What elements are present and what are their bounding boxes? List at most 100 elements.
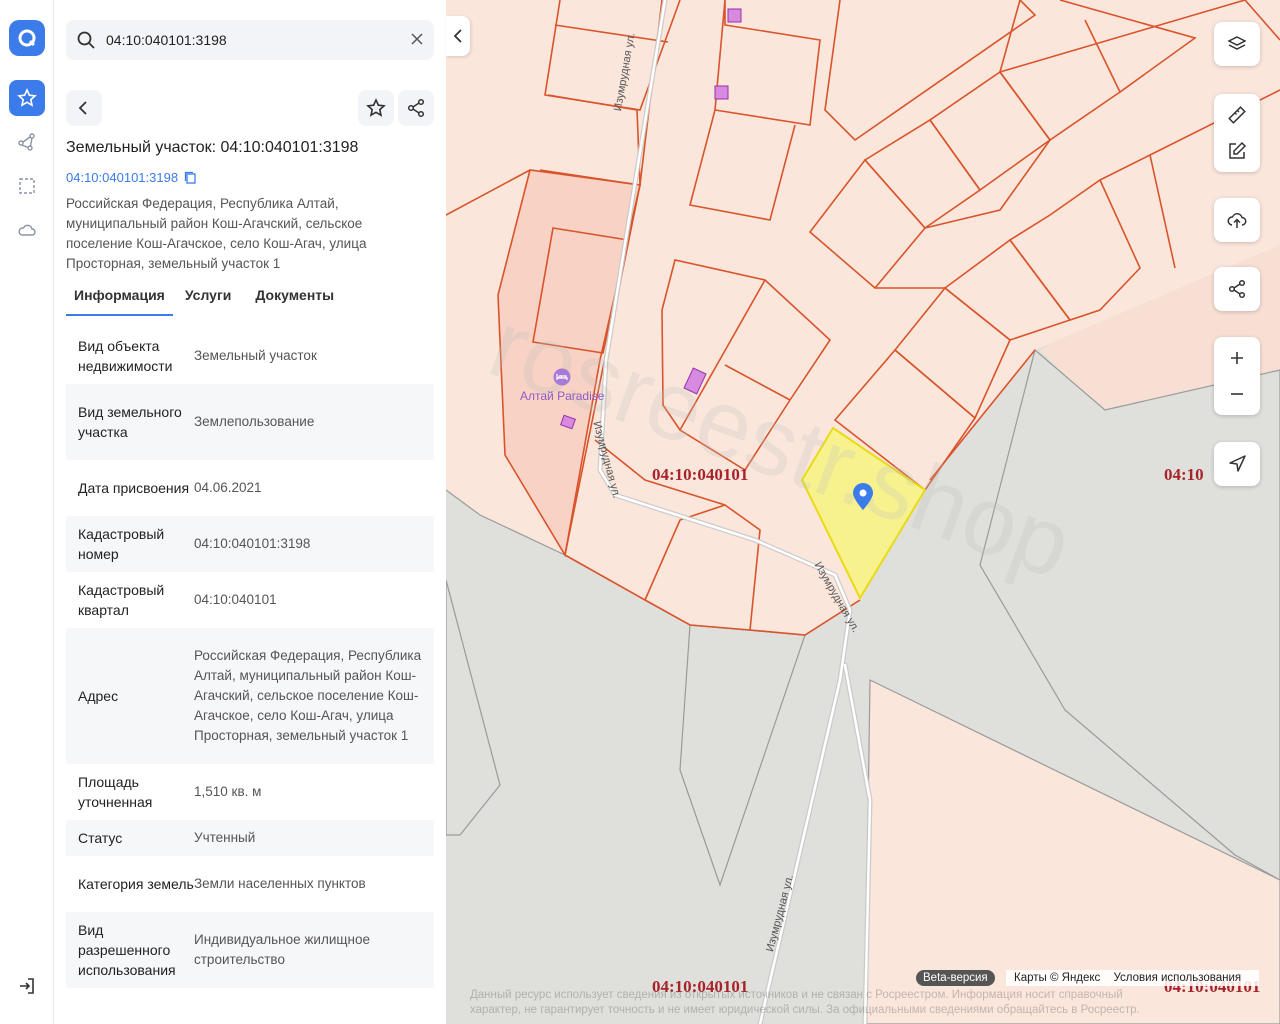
logo-icon <box>18 29 36 47</box>
upload-icon <box>1227 213 1247 228</box>
search-input[interactable] <box>106 31 396 49</box>
rail-favorites-button[interactable] <box>9 80 45 116</box>
clear-search-icon[interactable] <box>410 32 424 51</box>
info-key: Дата присвоения <box>78 480 190 496</box>
rail-cloud-button[interactable] <box>9 212 45 248</box>
logout-icon <box>20 978 34 994</box>
info-key: Адрес <box>78 688 119 704</box>
share-map-tool <box>1214 267 1260 311</box>
info-row: Дата присвоения 04.06.2021 <box>66 460 434 516</box>
layers-tool <box>1214 22 1260 66</box>
upload-button[interactable] <box>1214 198 1260 242</box>
cloud-icon <box>18 224 36 236</box>
attribution-text[interactable]: Карты © Яндекс <box>1014 972 1100 984</box>
cadastral-number-link[interactable]: 04:10:040101:3198 <box>66 170 197 185</box>
quarter-label: 04:10 <box>1164 465 1204 484</box>
poi-hotel[interactable]: Алтай Paradise <box>520 368 604 403</box>
info-key: Кадастровый номер <box>78 526 165 562</box>
info-row: Вид земельного участка Землепользование <box>66 384 434 460</box>
info-value: 04.06.2021 <box>194 480 262 495</box>
logout-button[interactable] <box>9 968 45 1004</box>
cadastral-number-text: 04:10:040101:3198 <box>66 170 179 185</box>
terms-link[interactable]: Условия использования <box>1114 972 1242 984</box>
map-canvas: rosreestr.shop <box>446 0 1280 1024</box>
left-rail <box>0 0 54 1024</box>
rail-route-button[interactable] <box>9 124 45 160</box>
search-icon <box>76 30 96 55</box>
info-row: Статус Учтенный <box>66 820 434 856</box>
info-key: Вид земельного участка <box>78 404 182 440</box>
share-icon <box>1228 279 1246 299</box>
object-info-panel: Земельный участок: 04:10:040101:3198 04:… <box>54 0 446 1024</box>
info-table: Вид объекта недвижимости Земельный участо… <box>66 328 434 988</box>
tab-documents[interactable]: Документы <box>247 284 342 316</box>
route-icon <box>18 133 35 151</box>
locate-button[interactable] <box>1214 442 1260 486</box>
info-key: Площадь уточненная <box>78 774 153 810</box>
ruler-button[interactable] <box>1214 97 1260 133</box>
layers-button[interactable] <box>1214 22 1260 66</box>
copy-icon[interactable] <box>184 171 197 184</box>
share-button[interactable] <box>398 90 434 126</box>
edit-button[interactable] <box>1214 133 1260 169</box>
zoom-in-button[interactable] <box>1214 340 1260 376</box>
info-value: Земли населенных пунктов <box>194 876 366 891</box>
info-tabs: Информация Услуги Документы <box>66 284 434 316</box>
info-key: Вид объекта недвижимости <box>78 338 173 374</box>
map-view[interactable]: rosreestr.shop Изумрудная ул. Изумрудная… <box>446 0 1280 1024</box>
back-button[interactable] <box>66 90 102 126</box>
layers-icon <box>1227 36 1247 50</box>
tab-services[interactable]: Услуги <box>177 284 240 316</box>
quarter-label: 04:10:040101 <box>652 465 749 484</box>
info-value: 1,510 кв. м <box>194 784 262 799</box>
minus-icon <box>1231 393 1243 395</box>
info-row: Площадь уточненная 1,510 кв. м <box>66 764 434 820</box>
info-value: Российская Федерация, Республика Алтай, … <box>194 648 422 743</box>
rail-select-area-button[interactable] <box>9 168 45 204</box>
locate-tool <box>1214 442 1260 486</box>
map-pin-icon[interactable] <box>851 483 875 511</box>
select-area-icon <box>19 178 35 194</box>
info-value: Земельный участок <box>194 348 317 363</box>
app-logo[interactable] <box>9 20 45 56</box>
beta-badge: Beta-версия <box>916 970 995 986</box>
info-key: Вид разрешенного использования <box>78 922 176 978</box>
search-bar <box>66 20 434 60</box>
star-icon <box>17 88 37 107</box>
poi-label: Алтай Paradise <box>520 389 605 403</box>
info-key: Статус <box>78 830 123 846</box>
back-icon <box>78 101 87 115</box>
ruler-icon <box>1228 106 1246 124</box>
star-icon <box>366 98 386 117</box>
info-row: Вид разрешенного использования Индивидуал… <box>66 912 434 988</box>
favorite-button[interactable] <box>358 90 394 126</box>
share-map-button[interactable] <box>1214 267 1260 311</box>
info-value: Учтенный <box>194 830 256 845</box>
object-title: Земельный участок: 04:10:040101:3198 <box>66 139 359 156</box>
info-row: Категория земель Земли населенных пунктов <box>66 856 434 912</box>
info-value: Землепользование <box>194 414 315 429</box>
info-row: Кадастровый номер 04:10:040101:3198 <box>66 516 434 572</box>
info-value: Индивидуальное жилищное строительство <box>194 932 370 967</box>
object-address: Российская Федерация, Республика Алтай, … <box>66 196 367 271</box>
locate-icon <box>1229 455 1246 472</box>
edit-icon <box>1229 141 1247 159</box>
info-key: Кадастровый квартал <box>78 582 165 618</box>
zoom-tools <box>1214 337 1260 415</box>
zoom-out-button[interactable] <box>1214 376 1260 412</box>
tab-information[interactable]: Информация <box>66 284 173 316</box>
info-row: Адрес Российская Федерация, Республика Ал… <box>66 628 434 764</box>
info-key: Категория земель <box>78 876 194 892</box>
map-attribution: Карты © Яндекс Условия использования <box>1006 970 1260 986</box>
info-row: Кадастровый квартал 04:10:040101 <box>66 572 434 628</box>
disclaimer-text: Данный ресурс использует сведения из отк… <box>470 989 1140 1016</box>
upload-tool <box>1214 198 1260 242</box>
collapse-panel-button[interactable] <box>446 16 470 56</box>
info-row: Вид объекта недвижимости Земельный участо… <box>66 328 434 384</box>
info-value: 04:10:040101 <box>194 592 277 607</box>
hotel-icon <box>553 368 571 386</box>
measure-tools <box>1214 94 1260 172</box>
plus-icon <box>1231 352 1243 364</box>
share-icon <box>407 98 425 118</box>
chevron-left-icon <box>453 29 462 43</box>
